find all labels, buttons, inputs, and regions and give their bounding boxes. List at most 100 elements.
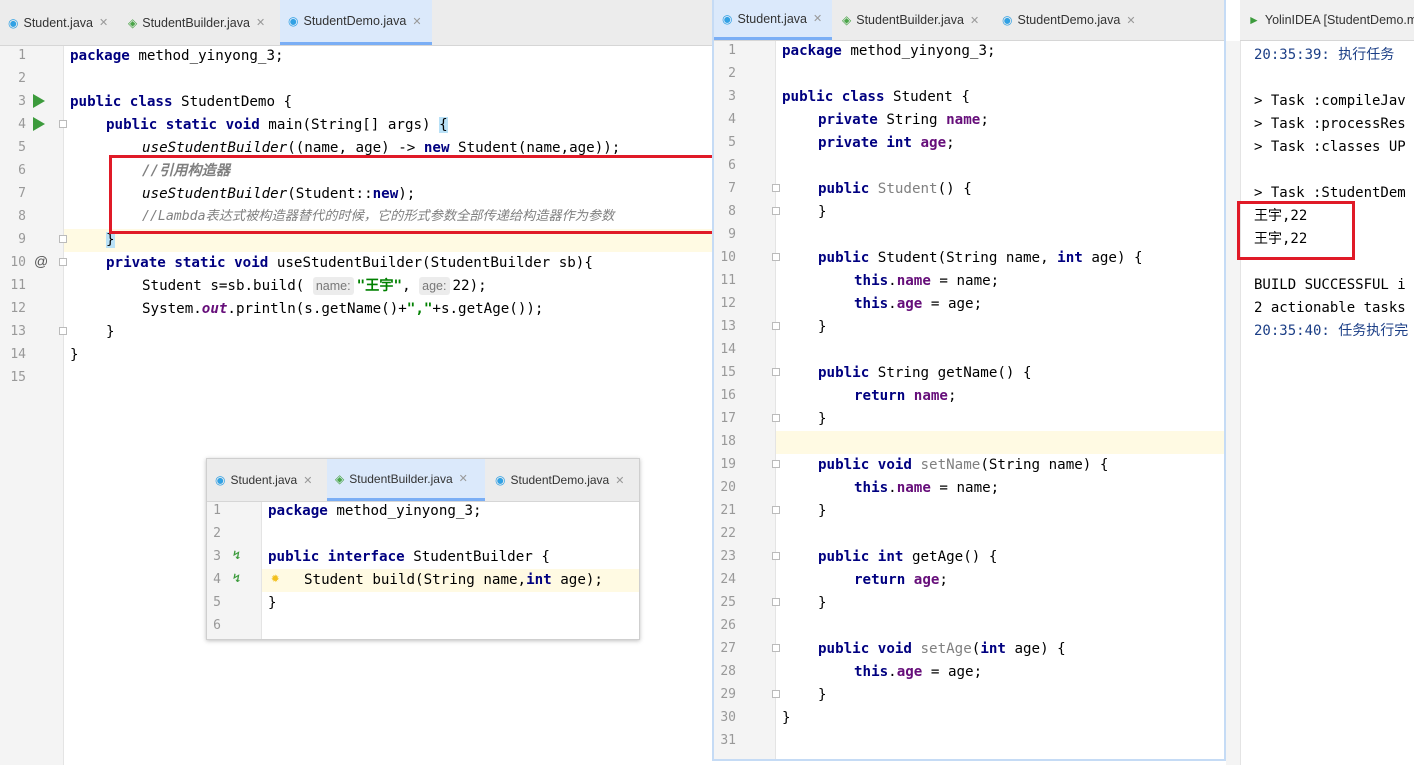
close-icon[interactable]: ✕ [256,16,265,29]
popup-editor-body: 1 2 3 4 5 6 ↯ ↯ ✹ package method_yinyong… [207,502,639,639]
code-line: } [818,687,827,703]
line-number: 31 [720,733,736,748]
code-line: } [818,503,827,519]
close-icon[interactable]: ✕ [459,472,468,485]
tab-studentbuilder-java[interactable]: ◈ StudentBuilder.java ✕ [120,0,278,45]
fold-icon[interactable] [59,235,67,243]
close-icon[interactable]: ✕ [1126,14,1135,27]
code-line: this.name = name; [854,480,1000,496]
fold-icon[interactable] [59,258,67,266]
line-number: 28 [720,664,736,679]
console-line: > Task :processRes [1254,116,1406,132]
line-number: 3 [213,549,221,564]
line-number: 23 [720,549,736,564]
fold-icon[interactable] [772,460,780,468]
line-number: 5 [18,140,26,155]
console-tab[interactable]: ► YolinIDEA [StudentDemo.m [1240,0,1414,40]
line-number: 30 [720,710,736,725]
implemented-icon[interactable]: ↯ [233,548,240,562]
interface-icon: ◈ [335,471,345,486]
code-line: public static void main(String[] args) { [106,117,448,133]
tab-studentdemo-java[interactable]: ◉ StudentDemo.java ✕ [280,0,432,45]
tab-label: Student.java [230,473,298,487]
console-line: 2 actionable tasks [1254,300,1406,316]
fold-icon[interactable] [772,506,780,514]
tab-student-java[interactable]: ◉ Student.java ✕ [714,0,832,40]
close-icon[interactable]: ✕ [813,12,822,25]
line-number: 3 [728,89,736,104]
close-icon[interactable]: ✕ [412,15,421,28]
close-icon[interactable]: ✕ [970,14,979,27]
fold-icon[interactable] [772,322,780,330]
line-number: 29 [720,687,736,702]
tab-studentdemo-java[interactable]: ◉ StudentDemo.java ✕ [487,459,637,501]
code-line: public int getAge() { [818,549,998,565]
line-number: 13 [10,324,26,339]
left-editor: ◉ Student.java ✕ ◈ StudentBuilder.java ✕… [0,0,712,765]
popup-editor-tabbar: ◉ Student.java ✕ ◈ StudentBuilder.java ✕… [207,459,639,502]
run-icon[interactable] [33,117,45,131]
console-toolbar [1226,41,1241,765]
line-number: 3 [18,94,26,109]
console-tab-label: YolinIDEA [StudentDemo.m [1264,13,1414,27]
code-line: } [818,411,827,427]
fold-icon[interactable] [772,368,780,376]
fold-icon[interactable] [772,690,780,698]
override-icon[interactable]: @ [34,253,48,269]
fold-icon[interactable] [772,184,780,192]
close-icon[interactable]: ✕ [99,16,108,29]
param-hint: age: [419,277,450,295]
line-number: 22 [720,526,736,541]
lightbulb-icon[interactable]: ✹ [271,570,279,586]
code-line: public String getName() { [818,365,1032,381]
interface-icon: ◈ [128,15,138,30]
tab-student-java[interactable]: ◉ Student.java ✕ [207,459,325,501]
run-console: ► YolinIDEA [StudentDemo.m 20:35:39: 执行任… [1226,0,1414,765]
right-editor: ◉ Student.java ✕ ◈ StudentBuilder.java ✕… [712,0,1226,761]
line-number: 10 [720,250,736,265]
class-icon: ◉ [722,11,733,26]
code-line: return age; [854,572,948,588]
code-line: Student s=sb.build( name: "王宇", age: 22); [142,277,487,295]
tab-label: StudentBuilder.java [349,471,453,486]
line-number: 2 [213,526,221,541]
line-number: 7 [18,186,26,201]
line-number: 15 [10,370,26,385]
close-icon[interactable]: ✕ [615,474,624,487]
line-number: 26 [720,618,736,633]
tab-label: Student.java [23,15,93,30]
fold-icon[interactable] [59,327,67,335]
code-line: public void setAge(int age) { [818,641,1066,657]
fold-icon[interactable] [772,598,780,606]
fold-icon[interactable] [772,644,780,652]
fold-icon[interactable] [772,414,780,422]
line-number: 15 [720,365,736,380]
line-number: 20 [720,480,736,495]
tab-studentdemo-java[interactable]: ◉ StudentDemo.java ✕ [994,0,1144,40]
line-number: 25 [720,595,736,610]
line-number: 5 [728,135,736,150]
close-icon[interactable]: ✕ [303,474,312,487]
code-line: } [782,710,791,726]
tab-student-java[interactable]: ◉ Student.java ✕ [0,0,118,45]
tab-label: StudentDemo.java [510,473,610,487]
fold-icon[interactable] [772,253,780,261]
console-line: 20:35:40: 任务执行完 [1254,323,1409,339]
run-icon[interactable] [33,94,45,108]
code-line: System.out.println(s.getName()+","+s.get… [142,301,544,317]
fold-icon[interactable] [772,207,780,215]
output-highlight-box [1237,201,1355,260]
fold-icon[interactable] [772,552,780,560]
highlight-box [109,155,712,234]
tab-studentbuilder-java[interactable]: ◈ StudentBuilder.java ✕ [327,459,485,501]
code-line: public interface StudentBuilder { [268,549,550,565]
code-line: this.age = age; [854,664,983,680]
code-line: } [106,324,115,340]
tab-studentbuilder-java[interactable]: ◈ StudentBuilder.java ✕ [834,0,992,40]
line-number: 17 [720,411,736,426]
fold-icon[interactable] [59,120,67,128]
tab-label: StudentBuilder.java [142,15,250,30]
left-editor-tabbar: ◉ Student.java ✕ ◈ StudentBuilder.java ✕… [0,0,712,46]
console-line: 20:35:39: 执行任务 [1254,47,1395,63]
implemented-icon[interactable]: ↯ [233,571,240,585]
